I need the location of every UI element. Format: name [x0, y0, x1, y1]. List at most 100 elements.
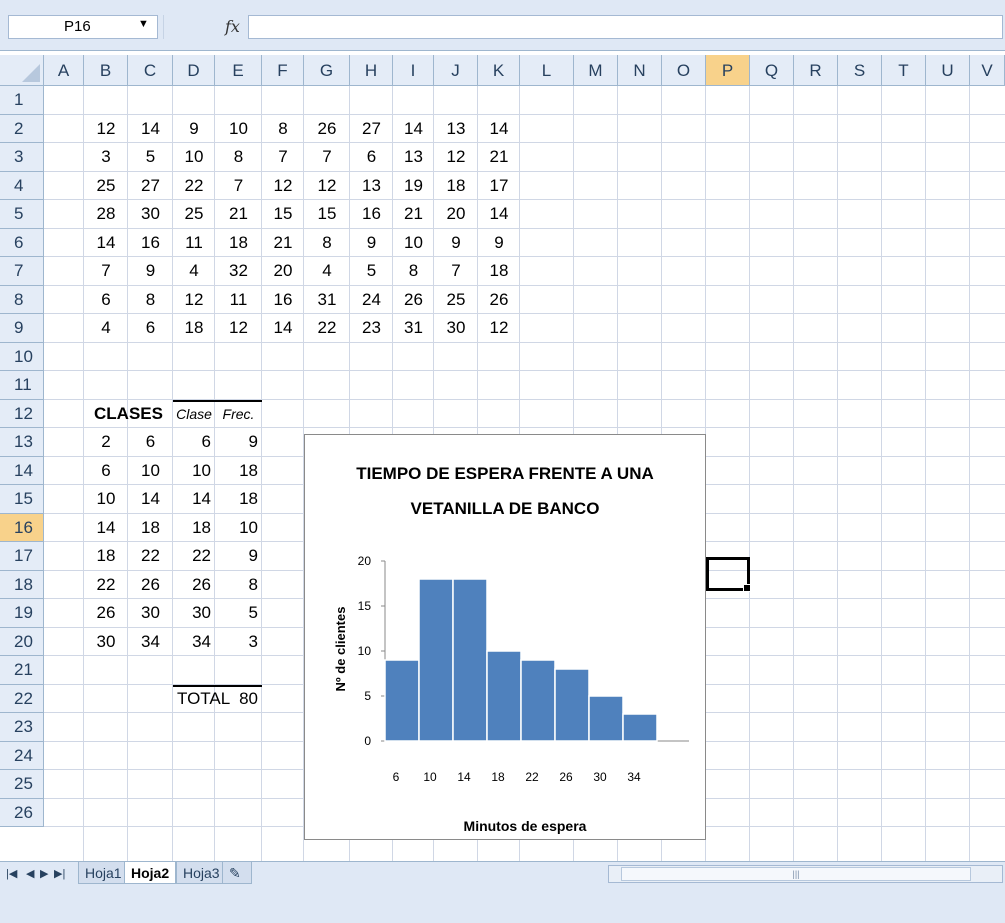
data-cell[interactable]: 27	[350, 115, 393, 143]
row-header-14[interactable]: 14	[0, 456, 44, 485]
data-cell[interactable]: 12	[84, 115, 128, 143]
class-upper-cell[interactable]: 14	[128, 485, 173, 513]
class-lower-cell[interactable]: 22	[84, 571, 128, 599]
frec-cell[interactable]: 9	[215, 542, 262, 570]
data-cell[interactable]: 7	[434, 257, 478, 285]
column-header-q[interactable]: Q	[750, 55, 794, 86]
frec-cell[interactable]: 5	[215, 599, 262, 627]
class-lower-cell[interactable]: 18	[84, 542, 128, 570]
data-cell[interactable]: 6	[350, 143, 393, 171]
column-header-d[interactable]: D	[173, 55, 215, 86]
data-cell[interactable]: 31	[304, 286, 350, 314]
data-cell[interactable]: 26	[393, 286, 434, 314]
data-cell[interactable]: 25	[434, 286, 478, 314]
data-cell[interactable]: 30	[434, 314, 478, 342]
data-cell[interactable]: 28	[84, 200, 128, 228]
clase-cell[interactable]: 34	[173, 628, 215, 656]
clase-header[interactable]: Clase	[173, 400, 215, 428]
frec-cell[interactable]: 18	[215, 485, 262, 513]
data-cell[interactable]: 12	[304, 172, 350, 200]
data-cell[interactable]: 18	[478, 257, 520, 285]
data-cell[interactable]: 16	[350, 200, 393, 228]
data-cell[interactable]: 4	[173, 257, 215, 285]
class-upper-cell[interactable]: 6	[128, 428, 173, 456]
data-cell[interactable]: 9	[173, 115, 215, 143]
column-header-p[interactable]: P	[706, 55, 750, 86]
data-cell[interactable]: 8	[393, 257, 434, 285]
data-cell[interactable]: 7	[304, 143, 350, 171]
row-header-19[interactable]: 19	[0, 599, 44, 628]
row-header-3[interactable]: 3	[0, 143, 44, 172]
row-header-1[interactable]: 1	[0, 86, 44, 115]
clase-cell[interactable]: 10	[173, 457, 215, 485]
data-cell[interactable]: 15	[262, 200, 304, 228]
data-cell[interactable]: 13	[393, 143, 434, 171]
class-lower-cell[interactable]: 26	[84, 599, 128, 627]
frec-cell[interactable]: 9	[215, 428, 262, 456]
data-cell[interactable]: 6	[84, 286, 128, 314]
column-header-t[interactable]: T	[882, 55, 926, 86]
data-cell[interactable]: 9	[434, 229, 478, 257]
scrollbar-thumb[interactable]: |||	[621, 867, 971, 881]
clase-cell[interactable]: 6	[173, 428, 215, 456]
row-header-24[interactable]: 24	[0, 741, 44, 770]
row-header-9[interactable]: 9	[0, 314, 44, 343]
select-all-corner[interactable]	[0, 55, 44, 86]
data-cell[interactable]: 8	[215, 143, 262, 171]
row-header-10[interactable]: 10	[0, 342, 44, 371]
frec-cell[interactable]: 18	[215, 457, 262, 485]
total-label[interactable]: TOTAL	[173, 685, 230, 713]
column-header-g[interactable]: G	[304, 55, 350, 86]
column-header-b[interactable]: B	[84, 55, 128, 86]
row-header-23[interactable]: 23	[0, 713, 44, 742]
data-cell[interactable]: 11	[215, 286, 262, 314]
data-cell[interactable]: 31	[393, 314, 434, 342]
column-header-s[interactable]: S	[838, 55, 882, 86]
data-cell[interactable]: 10	[173, 143, 215, 171]
row-header-5[interactable]: 5	[0, 200, 44, 229]
data-cell[interactable]: 27	[128, 172, 173, 200]
column-header-l[interactable]: L	[520, 55, 574, 86]
data-cell[interactable]: 30	[128, 200, 173, 228]
data-cell[interactable]: 14	[262, 314, 304, 342]
column-header-a[interactable]: A	[44, 55, 84, 86]
frec-header[interactable]: Frec.	[215, 400, 262, 428]
total-value[interactable]: 80	[215, 685, 262, 713]
column-header-e[interactable]: E	[215, 55, 262, 86]
class-lower-cell[interactable]: 6	[84, 457, 128, 485]
clase-cell[interactable]: 22	[173, 542, 215, 570]
data-cell[interactable]: 21	[393, 200, 434, 228]
data-cell[interactable]: 9	[478, 229, 520, 257]
data-cell[interactable]: 4	[84, 314, 128, 342]
frec-cell[interactable]: 8	[215, 571, 262, 599]
data-cell[interactable]: 9	[350, 229, 393, 257]
data-cell[interactable]: 8	[304, 229, 350, 257]
column-header-j[interactable]: J	[434, 55, 478, 86]
data-cell[interactable]: 16	[128, 229, 173, 257]
data-cell[interactable]: 7	[215, 172, 262, 200]
class-upper-cell[interactable]: 18	[128, 514, 173, 542]
data-cell[interactable]: 24	[350, 286, 393, 314]
data-cell[interactable]: 9	[128, 257, 173, 285]
data-cell[interactable]: 16	[262, 286, 304, 314]
row-header-13[interactable]: 13	[0, 428, 44, 457]
clase-cell[interactable]: 14	[173, 485, 215, 513]
formula-input[interactable]	[248, 15, 1003, 39]
insert-sheet-button[interactable]: ✎	[222, 862, 252, 884]
sheet-tab-hoja3[interactable]: Hoja3	[176, 862, 227, 884]
data-cell[interactable]: 10	[215, 115, 262, 143]
data-cell[interactable]: 26	[478, 286, 520, 314]
row-header-20[interactable]: 20	[0, 627, 44, 656]
histogram-chart[interactable]: TIEMPO DE ESPERA FRENTE A UNA VETANILLA …	[304, 434, 706, 840]
data-cell[interactable]: 32	[215, 257, 262, 285]
classes-title[interactable]: CLASES	[84, 400, 173, 428]
row-header-22[interactable]: 22	[0, 684, 44, 713]
column-header-k[interactable]: K	[478, 55, 520, 86]
last-sheet-icon[interactable]: ▶|	[54, 867, 65, 880]
data-cell[interactable]: 7	[84, 257, 128, 285]
row-header-18[interactable]: 18	[0, 570, 44, 599]
data-cell[interactable]: 13	[434, 115, 478, 143]
data-cell[interactable]: 12	[173, 286, 215, 314]
data-cell[interactable]: 12	[262, 172, 304, 200]
row-header-21[interactable]: 21	[0, 656, 44, 685]
